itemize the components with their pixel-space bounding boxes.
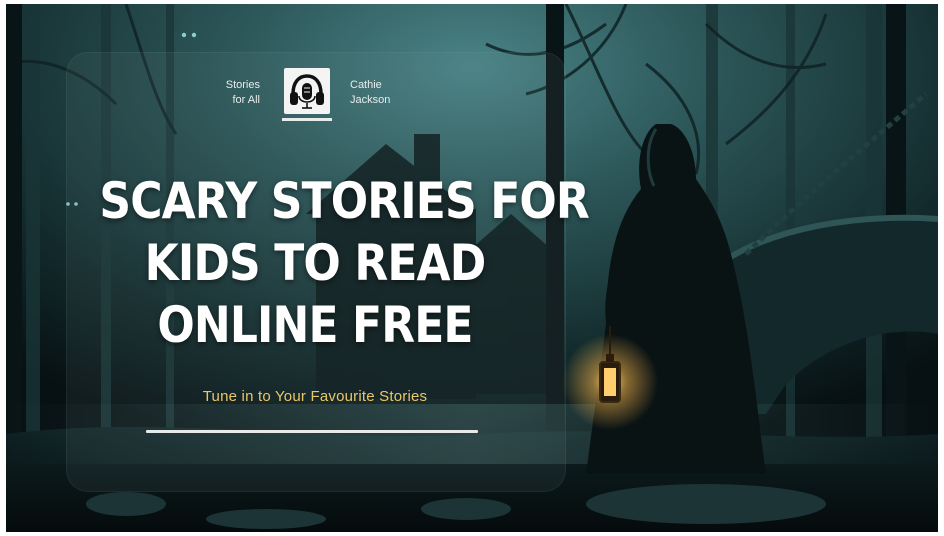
headline-line2: KIDS TO READ (144, 234, 487, 292)
headline: SCARY STORIES FOR KIDS TO READ ONLINE FR… (99, 170, 589, 356)
headline-line3: ONLINE FREE (157, 296, 473, 354)
brand-left-line2: for All (232, 94, 260, 106)
tagline: Tune in to Your Favourite Stories (202, 388, 428, 405)
brand-label-right: Cathie Jackson (350, 78, 430, 108)
headphones-microphone-icon (284, 68, 330, 114)
brand-label-left: Stories for All (196, 78, 260, 108)
divider-line (146, 430, 478, 433)
brand-right-line2: Jackson (350, 94, 391, 106)
headline-line1: SCARY STORIES FOR (99, 172, 589, 230)
brand-left-line1: Stories (225, 79, 260, 91)
brand-right-line1: Cathie (350, 79, 382, 91)
logo-underline (282, 118, 332, 121)
